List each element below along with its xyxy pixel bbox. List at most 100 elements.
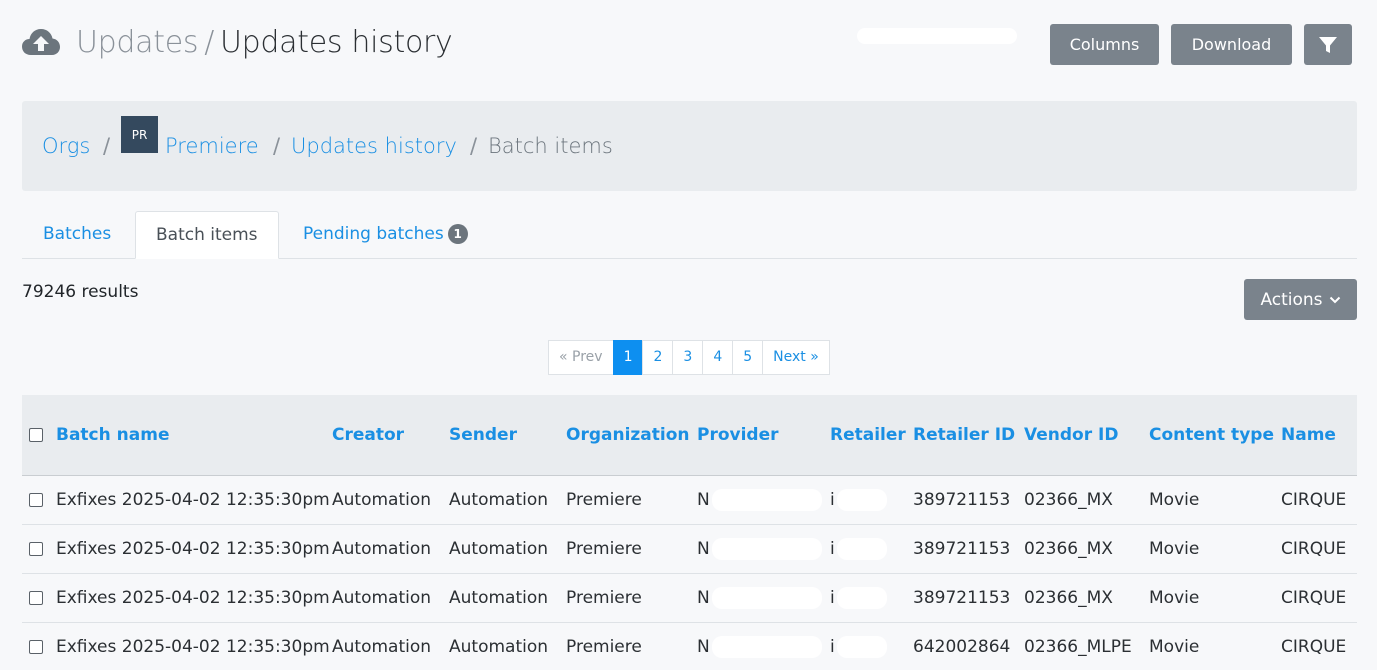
cell-organization: Premiere	[566, 573, 697, 623]
results-count: 79246 results	[22, 282, 139, 302]
table-row[interactable]: Exfixes 2025-04-02 12:35:30pm Automation…	[22, 474, 1357, 525]
cell-organization: Premiere	[566, 622, 697, 670]
row-checkbox[interactable]	[29, 639, 43, 654]
tabs: Batches Batch items Pending batches 1	[22, 211, 1357, 259]
redacted-area	[836, 488, 887, 511]
cell-name: CIRQUE	[1281, 573, 1357, 623]
page-title-current: Updates history	[220, 25, 453, 60]
cell-batch-name[interactable]: Exfixes 2025-04-02 12:35:30pm	[56, 573, 332, 623]
cell-vendor-id: 02366_MX	[1024, 573, 1149, 623]
redacted-area	[857, 28, 1017, 44]
select-all-checkbox[interactable]	[29, 427, 43, 442]
columns-button[interactable]: Columns	[1050, 24, 1159, 65]
cell-vendor-id: 02366_MLPE	[1024, 622, 1149, 670]
cell-sender: Automation	[449, 524, 566, 574]
cell-provider-text: N	[697, 538, 710, 559]
cell-batch-name[interactable]: Exfixes 2025-04-02 12:35:30pm	[56, 474, 332, 525]
column-header-organization[interactable]: Organization	[566, 395, 697, 475]
tab-label: Pending batches	[303, 224, 444, 244]
row-checkbox[interactable]	[29, 541, 43, 556]
redacted-area	[711, 537, 822, 560]
chevron-down-icon	[1329, 296, 1340, 303]
cell-name: CIRQUE	[1281, 622, 1357, 670]
breadcrumb-batch-items: Batch items	[488, 134, 613, 158]
breadcrumb-orgs[interactable]: Orgs	[42, 132, 90, 160]
cell-creator: Automation	[332, 622, 449, 670]
redacted-area	[711, 635, 822, 658]
row-select-cell	[22, 573, 56, 623]
column-header-content-type[interactable]: Content type	[1149, 395, 1281, 475]
breadcrumb-separator: /	[103, 134, 111, 158]
tab-label: Batch items	[156, 225, 258, 245]
pending-count-badge: 1	[447, 224, 468, 244]
cell-retailer: i	[830, 622, 913, 670]
breadcrumb-updates-history[interactable]: Updates history	[291, 132, 457, 160]
column-header-name[interactable]: Name	[1281, 395, 1357, 475]
cell-provider: N	[697, 524, 830, 574]
pagination-page-2[interactable]: 2	[642, 340, 674, 375]
cell-provider-text: N	[697, 489, 710, 510]
download-button[interactable]: Download	[1171, 24, 1292, 65]
batch-items-table: Batch name Creator Sender Organization P…	[22, 395, 1357, 670]
cell-retailer: i	[830, 573, 913, 623]
column-header-provider[interactable]: Provider	[697, 395, 830, 475]
cell-content-type: Movie	[1149, 474, 1281, 525]
cell-content-type: Movie	[1149, 622, 1281, 670]
tab-batch-items[interactable]: Batch items	[135, 211, 279, 259]
table-row[interactable]: Exfixes 2025-04-02 12:35:30pm Automation…	[22, 622, 1357, 670]
redacted-area	[836, 635, 887, 658]
row-checkbox[interactable]	[29, 492, 43, 507]
pagination: « Prev 1 2 3 4 5 Next »	[548, 340, 830, 375]
table-row[interactable]: Exfixes 2025-04-02 12:35:30pm Automation…	[22, 573, 1357, 623]
column-header-retailer[interactable]: Retailer	[830, 395, 913, 475]
pagination-page-3[interactable]: 3	[672, 340, 704, 375]
pagination-page-4[interactable]: 4	[702, 340, 734, 375]
cell-retailer-id: 642002864	[913, 622, 1024, 670]
cell-batch-name[interactable]: Exfixes 2025-04-02 12:35:30pm	[56, 622, 332, 670]
row-checkbox[interactable]	[29, 590, 43, 605]
pagination-page-1[interactable]: 1	[612, 340, 644, 375]
breadcrumb-premiere[interactable]: Premiere	[165, 132, 259, 160]
cell-provider: N	[697, 622, 830, 670]
page-title: Updates / Updates history	[76, 22, 453, 64]
cell-batch-name[interactable]: Exfixes 2025-04-02 12:35:30pm	[56, 524, 332, 574]
org-avatar[interactable]: PR	[121, 116, 158, 153]
cell-retailer-id: 389721153	[913, 573, 1024, 623]
pagination-next[interactable]: Next »	[762, 340, 830, 375]
tab-batches[interactable]: Batches	[23, 211, 131, 259]
cell-sender: Automation	[449, 474, 566, 525]
filter-button[interactable]	[1304, 24, 1352, 65]
row-select-cell	[22, 524, 56, 574]
pagination-page-5[interactable]: 5	[732, 340, 764, 375]
cell-sender: Automation	[449, 622, 566, 670]
table-header-row: Batch name Creator Sender Organization P…	[22, 395, 1357, 475]
cloud-upload-icon	[22, 29, 60, 55]
breadcrumb-separator: /	[273, 134, 281, 158]
cell-retailer-text: i	[830, 489, 835, 510]
cell-retailer-text: i	[830, 587, 835, 608]
cell-creator: Automation	[332, 474, 449, 525]
page-title-separator: /	[204, 25, 214, 60]
column-header-batch-name[interactable]: Batch name	[56, 395, 332, 475]
cell-content-type: Movie	[1149, 524, 1281, 574]
cell-vendor-id: 02366_MX	[1024, 524, 1149, 574]
page-title-parent[interactable]: Updates	[76, 25, 198, 60]
column-header-sender[interactable]: Sender	[449, 395, 566, 475]
actions-label: Actions	[1260, 289, 1323, 310]
redacted-area	[711, 586, 822, 609]
column-header-retailer-id[interactable]: Retailer ID	[913, 395, 1024, 475]
column-header-creator[interactable]: Creator	[332, 395, 449, 475]
column-header-vendor-id[interactable]: Vendor ID	[1024, 395, 1149, 475]
page-header: Updates / Updates history Columns Download	[22, 22, 1352, 66]
cell-organization: Premiere	[566, 524, 697, 574]
cell-vendor-id: 02366_MX	[1024, 474, 1149, 525]
cell-sender: Automation	[449, 573, 566, 623]
tab-pending-batches[interactable]: Pending batches 1	[283, 211, 488, 259]
actions-dropdown-button[interactable]: Actions	[1244, 279, 1357, 320]
redacted-area	[836, 537, 887, 560]
pagination-prev[interactable]: « Prev	[548, 340, 614, 375]
cell-retailer: i	[830, 524, 913, 574]
table-row[interactable]: Exfixes 2025-04-02 12:35:30pm Automation…	[22, 524, 1357, 574]
cell-content-type: Movie	[1149, 573, 1281, 623]
tab-label: Batches	[43, 224, 112, 244]
